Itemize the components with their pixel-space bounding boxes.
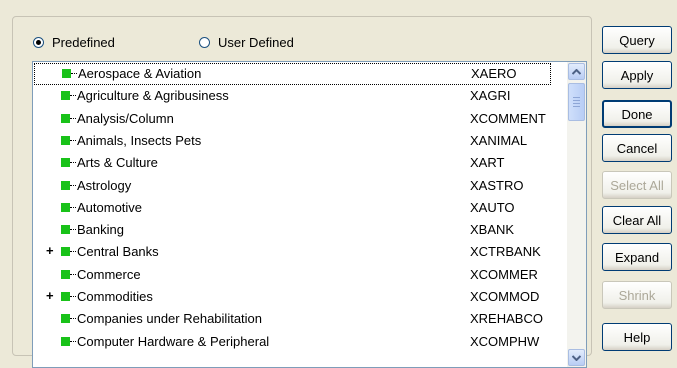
list-item[interactable]: Automotive XAUTO — [33, 197, 553, 219]
list-item[interactable]: + Commodities XCOMMOD — [33, 286, 553, 308]
predefined-radio[interactable]: Predefined — [33, 33, 115, 51]
list-item[interactable]: Agriculture & Agribusiness XAGRI — [33, 85, 553, 107]
category-name: Aerospace & Aviation — [78, 66, 202, 81]
tree-connector-line — [70, 162, 76, 164]
category-name: Central Banks — [77, 244, 159, 260]
apply-button[interactable]: Apply — [602, 61, 672, 89]
vertical-scrollbar[interactable] — [567, 62, 586, 367]
list-item[interactable]: Analysis/Column XCOMMENT — [33, 108, 553, 130]
category-code: XAUTO — [470, 199, 515, 215]
tree-connector-line — [70, 184, 76, 186]
green-square-node-icon — [61, 113, 70, 123]
cancel-button[interactable]: Cancel — [602, 134, 672, 162]
category-code: XREHABCO — [470, 311, 543, 327]
green-square-node-icon — [61, 247, 70, 257]
category-code: XART — [470, 155, 505, 171]
green-square-node-icon — [61, 202, 70, 212]
category-code: XCTRBANK — [470, 244, 541, 260]
green-square-node-icon — [61, 314, 70, 324]
user-defined-radio-indicator[interactable] — [199, 36, 210, 48]
list-item[interactable]: Computer Hardware & Peripheral XCOMPHW — [33, 331, 553, 353]
green-square-node-icon — [61, 180, 70, 190]
query-button[interactable]: Query — [602, 26, 672, 54]
list-item[interactable]: Arts & Culture XART — [33, 152, 553, 174]
green-square-node-icon — [61, 292, 70, 301]
category-name: Computer Hardware & Peripheral — [77, 333, 270, 349]
tree-connector-line — [70, 117, 76, 119]
category-tree-list[interactable]: Computer Hardware & Peripheral XCOMPHW Com… — [32, 61, 587, 368]
category-name: Companies under Rehabilitation — [77, 311, 263, 327]
list-item[interactable]: Banking XBANK — [33, 219, 553, 241]
select-all-button[interactable]: Select All — [602, 171, 672, 199]
tree-connector-line — [70, 95, 76, 97]
user-defined-radio[interactable]: User Defined — [199, 33, 294, 51]
green-square-node-icon — [61, 225, 70, 235]
user-defined-radio-label: User Defined — [218, 34, 294, 50]
help-button[interactable]: Help — [602, 323, 672, 351]
tree-connector-line — [70, 139, 76, 141]
tree-connector-line — [70, 296, 76, 297]
list-item[interactable]: Companies under Rehabilitation XREHABCO — [33, 308, 553, 330]
category-name: Analysis/Column — [77, 110, 174, 126]
category-code: XCOMMENT — [470, 110, 546, 126]
category-code: XCOMPHW — [470, 333, 540, 349]
category-code: XBANK — [470, 222, 515, 238]
category-group-box: Predefined User Defined Computer Hardwar… — [12, 16, 592, 368]
category-name: Automotive — [77, 199, 143, 215]
tree-connector-line — [70, 318, 76, 320]
category-name: Commerce — [77, 266, 141, 282]
green-square-node-icon — [61, 269, 70, 279]
category-name: Astrology — [77, 177, 132, 193]
expand-plus-icon[interactable]: + — [46, 289, 58, 303]
category-name: Animals, Insects Pets — [77, 132, 202, 148]
predefined-radio-indicator[interactable] — [33, 36, 44, 48]
tree-connector-line — [70, 229, 76, 231]
category-code: XCOMMER — [470, 266, 538, 282]
done-button[interactable]: Done — [602, 100, 672, 128]
expand-plus-icon[interactable]: + — [46, 244, 58, 258]
predefined-radio-label: Predefined — [52, 34, 115, 50]
clear-all-button[interactable]: Clear All — [602, 206, 672, 234]
category-name: Arts & Culture — [77, 155, 158, 171]
list-item[interactable]: Animals, Insects Pets XANIMAL — [33, 130, 553, 152]
scrollbar-thumb[interactable] — [568, 83, 585, 121]
list-item[interactable]: Aerospace & Aviation XAERO — [34, 63, 551, 85]
green-square-node-icon — [61, 135, 70, 145]
tree-connector-line — [71, 73, 77, 74]
green-square-node-icon — [61, 91, 70, 101]
category-code: XANIMAL — [470, 132, 528, 148]
category-name: Commodities — [77, 289, 153, 304]
category-code: XAERO — [471, 66, 517, 81]
expand-button[interactable]: Expand — [602, 243, 672, 271]
list-item[interactable]: Commerce XCOMMER — [33, 264, 553, 286]
list-item[interactable]: + Central Banks XCTRBANK — [33, 241, 553, 263]
green-square-node-icon — [61, 336, 70, 346]
category-name: Agriculture & Agribusiness — [77, 88, 229, 104]
tree-connector-line — [70, 340, 76, 342]
tree-connector-line — [70, 251, 76, 253]
green-square-node-icon — [61, 158, 70, 168]
shrink-button[interactable]: Shrink — [602, 281, 672, 309]
list-item[interactable]: Astrology XASTRO — [33, 175, 553, 197]
category-code: XAGRI — [470, 88, 511, 104]
category-code: XASTRO — [470, 177, 524, 193]
category-name: Banking — [77, 222, 124, 238]
tree-connector-line — [70, 273, 76, 275]
category-code: XCOMMOD — [470, 289, 540, 304]
scroll-up-arrow-icon[interactable] — [568, 63, 585, 80]
tree-connector-line — [70, 206, 76, 208]
green-square-node-icon — [62, 69, 71, 78]
